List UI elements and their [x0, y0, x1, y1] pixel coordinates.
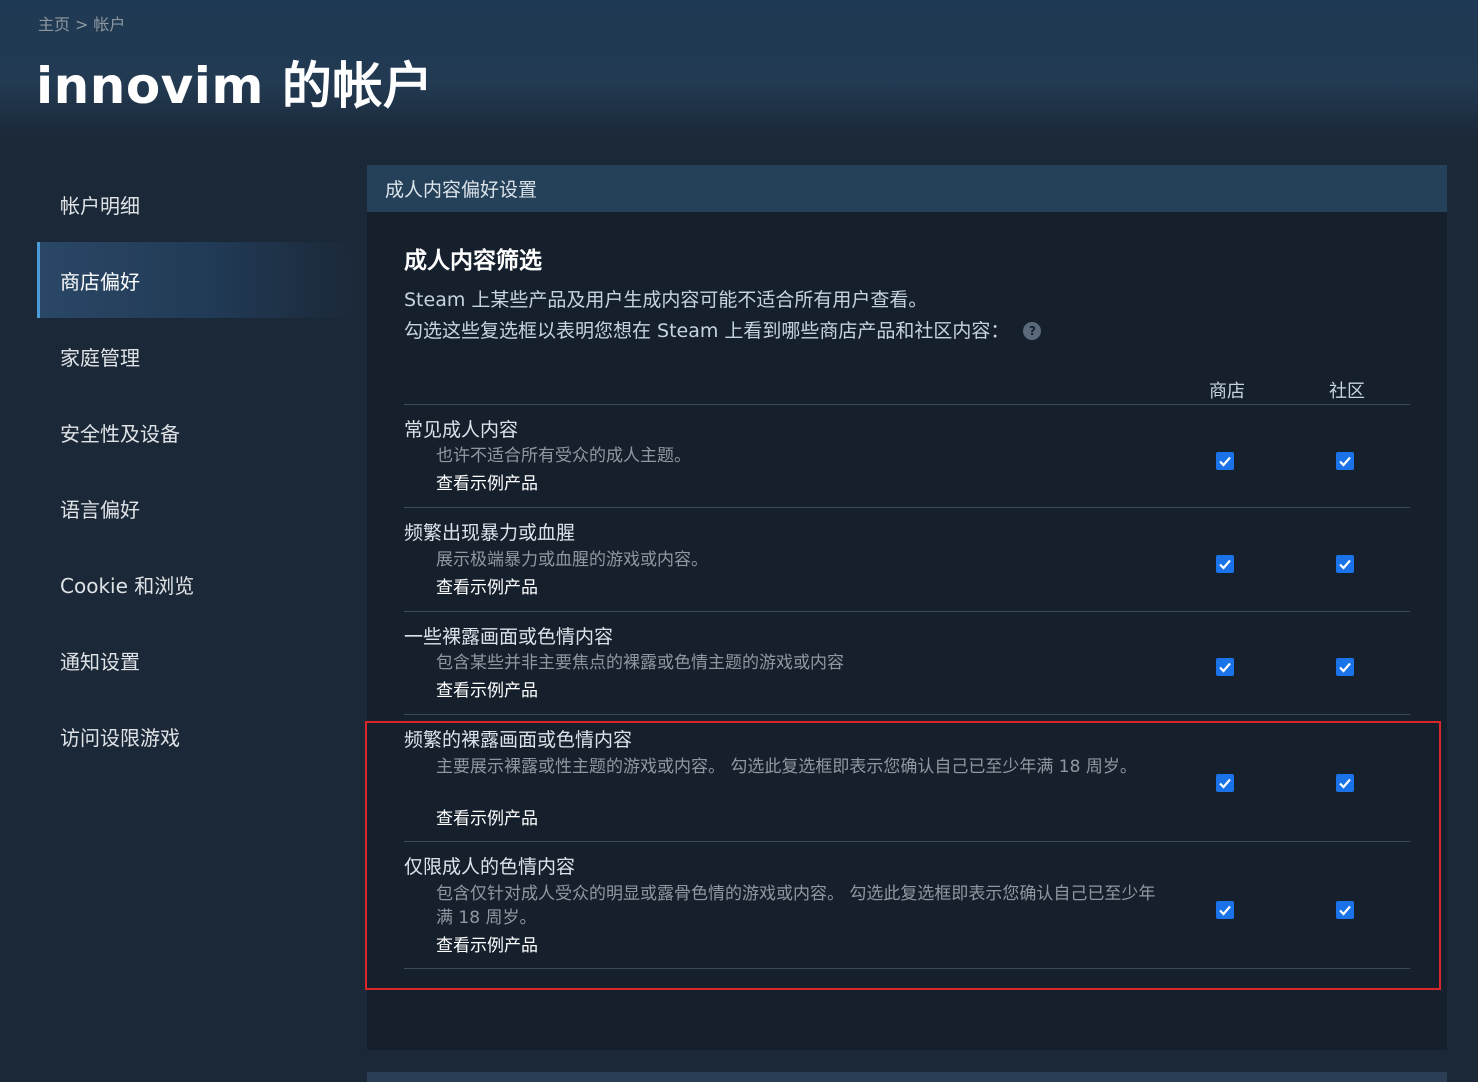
- checkmark-icon: [1219, 559, 1231, 570]
- sidebar-item-language-preferences[interactable]: 语言偏好: [37, 470, 357, 546]
- adult-content-panel: 成人内容偏好设置 成人内容筛选 Steam 上某些产品及用户生成内容可能不适合所…: [367, 165, 1447, 1050]
- panel-header: 成人内容偏好设置: [367, 165, 1447, 212]
- sidebar-item-store-preferences[interactable]: 商店偏好: [37, 242, 357, 318]
- breadcrumb-separator: >: [75, 15, 89, 34]
- checkmark-icon: [1339, 662, 1351, 673]
- sidebar-item-label: 帐户明细: [60, 193, 140, 218]
- view-examples-link[interactable]: 查看示例产品: [436, 676, 538, 701]
- community-checkbox[interactable]: [1336, 452, 1354, 470]
- sidebar-item-notification-settings[interactable]: 通知设置: [37, 622, 357, 698]
- checkmark-icon: [1219, 778, 1231, 789]
- filter-row-frequent-nudity: 频繁的裸露画面或色情内容 主要展示裸露或性主题的游戏或内容。 勾选此复选框即表示…: [404, 715, 1410, 842]
- sidebar-item-security-devices[interactable]: 安全性及设备: [37, 394, 357, 470]
- sidebar-item-label: 语言偏好: [60, 497, 140, 522]
- column-header-store: 商店: [1209, 381, 1245, 402]
- sidebar-item-label: 安全性及设备: [60, 421, 180, 446]
- store-checkbox[interactable]: [1216, 658, 1234, 676]
- description-line-2: 勾选这些复选框以表明您想在 Steam 上看到哪些商店产品和社区内容：?: [404, 316, 1042, 347]
- filter-row-violence-gore: 频繁出现暴力或血腥 展示极端暴力或血腥的游戏或内容。 查看示例产品: [404, 508, 1410, 612]
- sidebar-item-cookies-browsing[interactable]: Cookie 和浏览: [37, 546, 357, 622]
- column-headers: 商店 社区: [404, 377, 1410, 405]
- sidebar-item-label: 商店偏好: [60, 269, 140, 294]
- view-examples-link[interactable]: 查看示例产品: [436, 804, 538, 829]
- sidebar-item-label: 访问设限游戏: [60, 725, 180, 750]
- description-line-1: Steam 上某些产品及用户生成内容可能不适合所有用户查看。: [404, 289, 928, 311]
- breadcrumb-current[interactable]: 帐户: [93, 15, 125, 34]
- checkmark-icon: [1219, 905, 1231, 916]
- row-description: 也许不适合所有受众的成人主题。: [436, 446, 691, 466]
- sidebar-item-label: 通知设置: [60, 649, 140, 674]
- view-examples-link[interactable]: 查看示例产品: [436, 573, 538, 598]
- community-checkbox[interactable]: [1336, 901, 1354, 919]
- sidebar-item-label: 家庭管理: [60, 345, 140, 370]
- breadcrumb-home[interactable]: 主页: [38, 15, 70, 34]
- page-header: 主页 > 帐户 innovim 的帐户: [0, 0, 1478, 138]
- store-checkbox[interactable]: [1216, 901, 1234, 919]
- checkmark-icon: [1219, 662, 1231, 673]
- checkmark-icon: [1339, 778, 1351, 789]
- checkmark-icon: [1219, 456, 1231, 467]
- filter-row-adult-only: 仅限成人的色情内容 包含仅针对成人受众的明显或露骨色情的游戏或内容。 勾选此复选…: [404, 842, 1410, 969]
- checkmark-icon: [1339, 456, 1351, 467]
- row-title: 仅限成人的色情内容: [404, 856, 576, 878]
- sidebar: 帐户明细 商店偏好 家庭管理 安全性及设备 语言偏好 Cookie 和浏览 通知…: [37, 166, 357, 774]
- filter-row-general-mature: 常见成人内容 也许不适合所有受众的成人主题。 查看示例产品: [404, 405, 1410, 508]
- breadcrumb: 主页 > 帐户: [38, 11, 125, 35]
- description-line-2-text: 勾选这些复选框以表明您想在 Steam 上看到哪些商店产品和社区内容：: [404, 320, 1010, 342]
- checkmark-icon: [1339, 559, 1351, 570]
- store-checkbox[interactable]: [1216, 452, 1234, 470]
- sidebar-item-restricted-games[interactable]: 访问设限游戏: [37, 698, 357, 774]
- community-checkbox[interactable]: [1336, 774, 1354, 792]
- sidebar-item-label: Cookie 和浏览: [60, 573, 195, 598]
- section-title: 成人内容筛选: [404, 248, 542, 274]
- filter-row-some-nudity: 一些裸露画面或色情内容 包含某些并非主要焦点的裸露或色情主题的游戏或内容 查看示…: [404, 612, 1410, 715]
- store-checkbox[interactable]: [1216, 774, 1234, 792]
- content-filter-rows: 常见成人内容 也许不适合所有受众的成人主题。 查看示例产品 频繁出现暴力或血腥 …: [404, 405, 1410, 969]
- row-title: 常见成人内容: [404, 419, 519, 441]
- next-panel-edge: [367, 1072, 1447, 1082]
- row-title: 一些裸露画面或色情内容: [404, 626, 614, 648]
- row-description: 展示极端暴力或血腥的游戏或内容。: [436, 550, 708, 570]
- community-checkbox[interactable]: [1336, 658, 1354, 676]
- question-circle-icon[interactable]: ?: [1023, 322, 1042, 340]
- page-title: innovim 的帐户: [36, 57, 434, 115]
- store-checkbox[interactable]: [1216, 555, 1234, 573]
- row-title: 频繁出现暴力或血腥: [404, 522, 576, 544]
- section-description: Steam 上某些产品及用户生成内容可能不适合所有用户查看。 勾选这些复选框以表…: [404, 285, 1042, 347]
- row-description: 包含某些并非主要焦点的裸露或色情主题的游戏或内容: [436, 653, 844, 673]
- view-examples-link[interactable]: 查看示例产品: [436, 469, 538, 494]
- sidebar-item-family-management[interactable]: 家庭管理: [37, 318, 357, 394]
- view-examples-link[interactable]: 查看示例产品: [436, 931, 538, 956]
- column-header-community: 社区: [1329, 381, 1365, 402]
- row-description: 包含仅针对成人受众的明显或露骨色情的游戏或内容。 勾选此复选框即表示您确认自己已…: [436, 884, 1156, 928]
- row-description: 主要展示裸露或性主题的游戏或内容。 勾选此复选框即表示您确认自己已至少年满 18…: [436, 757, 1137, 777]
- sidebar-item-account-details[interactable]: 帐户明细: [37, 166, 357, 242]
- community-checkbox[interactable]: [1336, 555, 1354, 573]
- row-title: 频繁的裸露画面或色情内容: [404, 729, 633, 751]
- checkmark-icon: [1339, 905, 1351, 916]
